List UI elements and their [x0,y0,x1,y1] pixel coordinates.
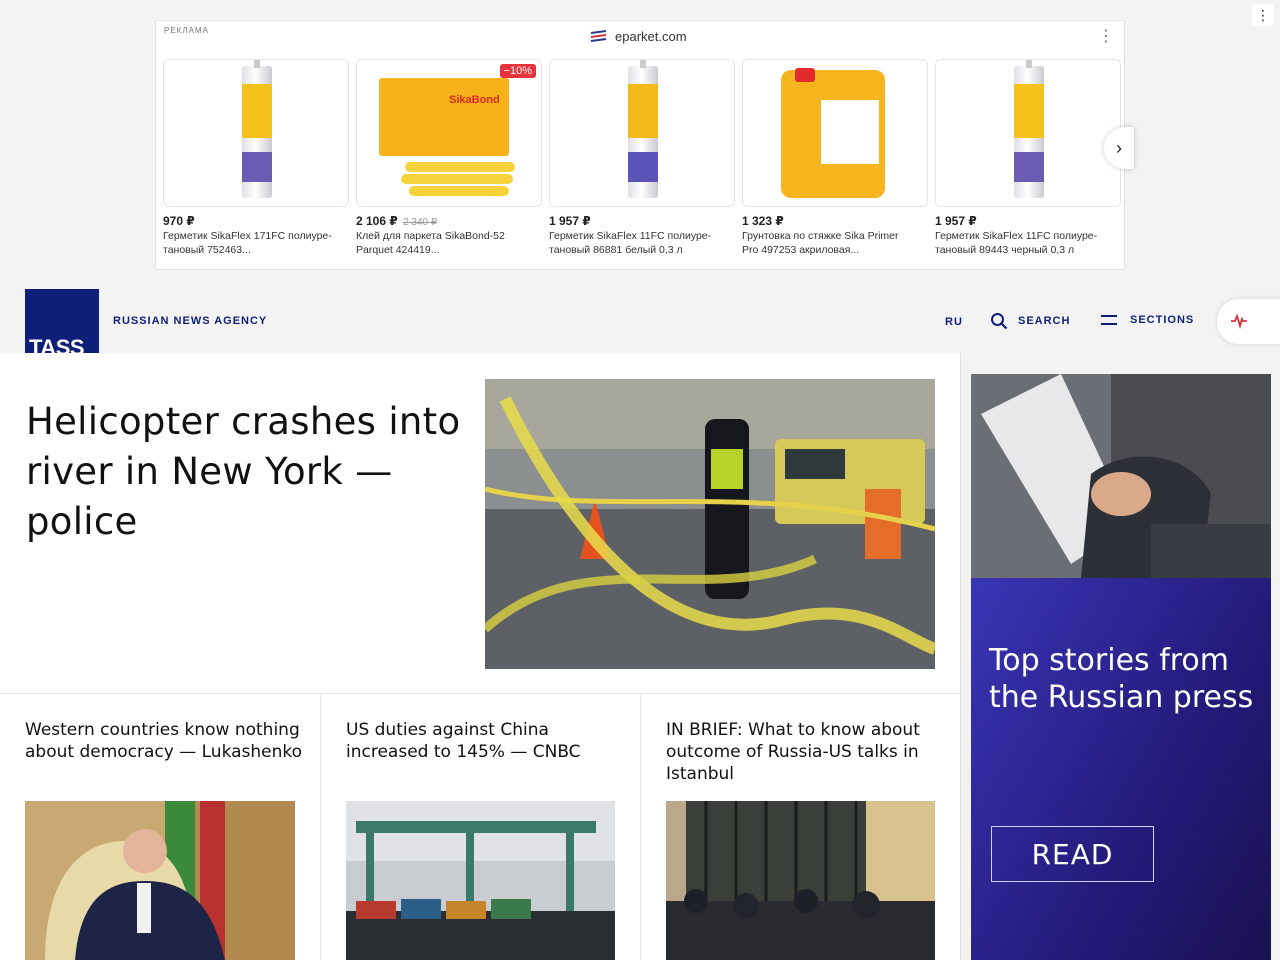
product-price: 970 ₽ [163,214,195,228]
pulse-icon [1231,313,1247,329]
news-card-title[interactable]: IN BRIEF: What to know about outcome of … [666,719,936,785]
product-image[interactable] [935,59,1121,207]
product-description[interactable]: Грунтовка по стяжке Sika Primer Pro 4972… [742,229,928,257]
section-divider [0,693,960,694]
product-card[interactable]: 970 ₽ Герметик SikaFlex 171FC полиуре- т… [163,59,349,257]
ad-source[interactable]: eparket.com [590,29,687,44]
product-card[interactable]: 1 323 ₽ Грунтовка по стяжке Sika Primer … [742,59,928,257]
ad-menu-icon[interactable]: ⋮ [1098,29,1114,45]
sidebar-ad-photo [971,374,1271,578]
agency-tagline: RUSSIAN NEWS AGENCY [113,315,268,327]
ad-source-domain[interactable]: eparket.com [615,29,687,44]
column-divider [960,353,961,960]
live-feed-tab[interactable] [1217,299,1280,344]
read-button[interactable]: READ [991,826,1154,882]
ad-label: РЕКЛАМА [164,26,209,35]
column-divider [640,694,641,960]
menu-icon [1101,315,1117,325]
sections-label: SECTIONS [1130,314,1195,326]
eparket-logo-icon [590,30,607,42]
product-card[interactable]: 1 957 ₽ Герметик SikaFlex 11FC полиуре- … [549,59,735,257]
news-card-image[interactable] [666,801,935,960]
product-card[interactable]: 1 957 ₽ Герметик SikaFlex 11FC полиуре- … [935,59,1121,257]
news-card-title[interactable]: Western countries know nothing about dem… [25,719,305,763]
product-description[interactable]: Герметик SikaFlex 11FC полиуре- тановый … [549,229,735,257]
product-description[interactable]: Клей для паркета SikaBond-52 Parquet 424… [356,229,542,257]
sidebar-ad-panel: Top stories from the Russian press READ [971,578,1271,960]
search-icon [991,313,1008,330]
page-menu-icon[interactable]: ⋮ [1252,4,1274,26]
tass-logo[interactable]: TASS [25,289,99,363]
column-divider [320,694,321,960]
product-card[interactable]: SikaBond −10% 2 106 ₽ 2 340 ₽ Клей для п… [356,59,542,257]
sections-button[interactable]: SECTIONS [1100,312,1194,328]
product-image[interactable]: SikaBond −10% [356,59,542,207]
ad-banner[interactable]: РЕКЛАМА eparket.com ⋮ 970 ₽ Герметик Sik… [155,20,1134,270]
sidebar-ad-headline: Top stories from the Russian press [989,643,1254,715]
product-carousel: 970 ₽ Герметик SikaFlex 171FC полиуре- т… [163,59,1121,257]
hero-image[interactable] [485,379,935,669]
news-card-image[interactable] [346,801,615,960]
product-price: 1 957 ₽ [935,214,977,228]
news-card-image[interactable] [25,801,295,960]
sidebar-ad[interactable]: Top stories from the Russian press READ [971,374,1271,960]
product-image[interactable] [163,59,349,207]
product-image[interactable] [742,59,928,207]
language-switch[interactable]: RU [945,316,963,328]
search-button[interactable]: SEARCH [990,312,1070,330]
product-price: 1 323 ₽ [742,214,784,228]
main-content: Helicopter crashes into river in New Yor… [0,353,960,960]
product-price: 1 957 ₽ [549,214,591,228]
news-card-title[interactable]: US duties against China increased to 145… [346,719,626,763]
discount-badge: −10% [499,64,536,78]
product-description[interactable]: Герметик SikaFlex 11FC полиуре- тановый … [935,229,1121,257]
search-label: SEARCH [1018,315,1071,327]
site-header: TASS RUSSIAN NEWS AGENCY RU SEARCH SECTI… [0,289,1280,363]
product-description[interactable]: Герметик SikaFlex 171FC полиуре- тановый… [163,229,349,257]
product-price: 2 106 ₽ 2 340 ₽ [356,214,438,228]
hero-headline[interactable]: Helicopter crashes into river in New Yor… [26,397,466,547]
product-old-price: 2 340 ₽ [403,217,438,228]
product-image[interactable] [549,59,735,207]
chevron-right-icon: › [1116,137,1122,158]
